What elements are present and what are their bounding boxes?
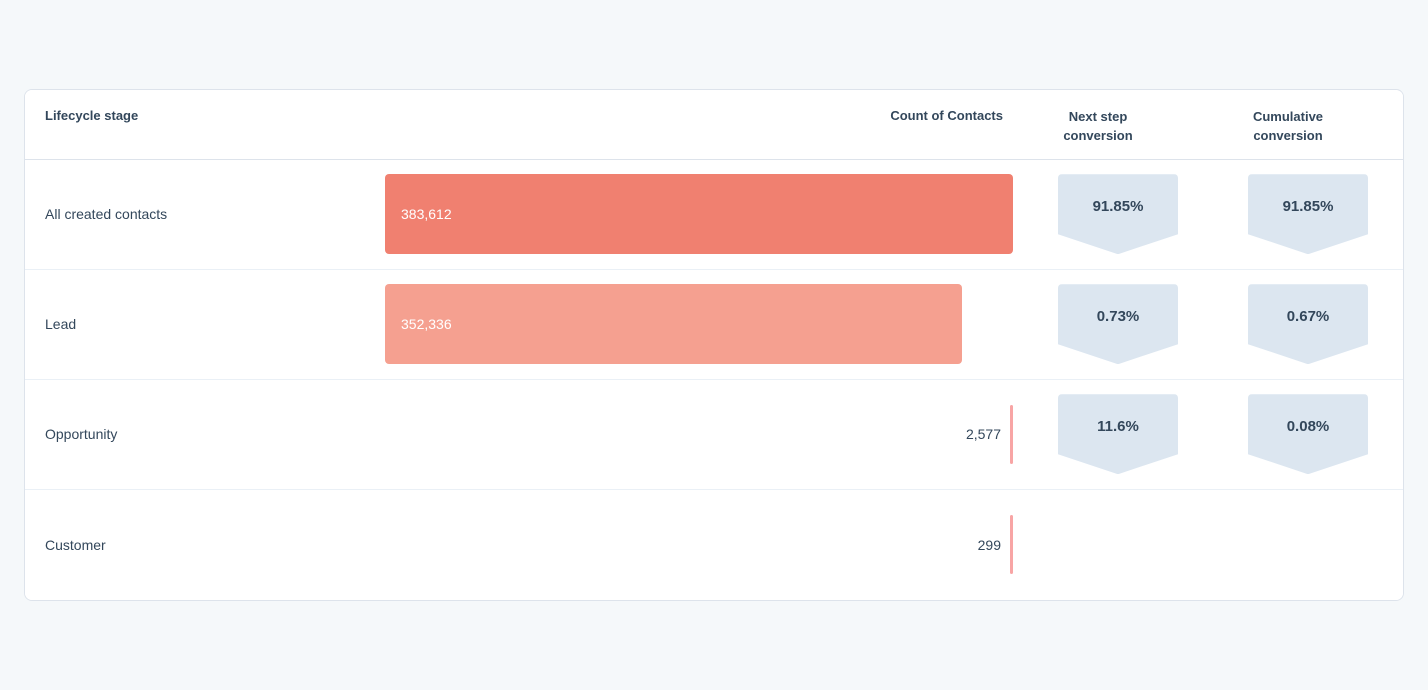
table-row: Opportunity 2,577 11.6% 0.08%	[25, 380, 1403, 490]
table-row: All created contacts 383,612 91.85% 91.8…	[25, 160, 1403, 270]
table-row: Lead 352,336 0.73% 0.67%	[25, 270, 1403, 380]
cumulative-empty-customer	[1213, 535, 1403, 555]
bar-count-opportunity: 2,577	[966, 426, 1001, 442]
next-step-empty-customer	[1023, 535, 1213, 555]
bar-cell-all-created: 383,612	[385, 163, 1023, 265]
header-count: Count of Contacts	[405, 108, 1003, 144]
row-label-customer: Customer	[25, 517, 385, 573]
bar-count-customer: 299	[978, 537, 1001, 553]
next-step-badge-lead: 0.73%	[1058, 284, 1178, 364]
small-bar-opportunity	[1010, 405, 1013, 464]
funnel-table: Lifecycle stage Count of Contacts Next s…	[24, 89, 1404, 600]
header-lifecycle-stage: Lifecycle stage	[45, 108, 405, 144]
table-header: Lifecycle stage Count of Contacts Next s…	[25, 90, 1403, 158]
cumulative-badge-lead: 0.67%	[1248, 284, 1368, 364]
small-bar-customer	[1010, 515, 1013, 574]
bar-cell-opportunity: 2,577	[385, 383, 1023, 485]
header-cumulative: Cumulative conversion	[1193, 108, 1383, 144]
next-step-cell-opportunity: 11.6%	[1023, 384, 1213, 484]
cumulative-cell-lead: 0.67%	[1213, 274, 1403, 374]
bar-count-all-created: 383,612	[401, 206, 452, 222]
cumulative-badge-all-created: 91.85%	[1248, 174, 1368, 254]
cumulative-cell-all-created: 91.85%	[1213, 164, 1403, 264]
next-step-badge-all-created: 91.85%	[1058, 174, 1178, 254]
row-label-opportunity: Opportunity	[25, 406, 385, 462]
row-label-all-created: All created contacts	[25, 186, 385, 242]
next-step-cell-lead: 0.73%	[1023, 274, 1213, 374]
bar-cell-lead: 352,336	[385, 273, 1023, 375]
next-step-badge-opportunity: 11.6%	[1058, 394, 1178, 474]
bar-count-lead: 352,336	[401, 316, 452, 332]
cumulative-cell-opportunity: 0.08%	[1213, 384, 1403, 484]
cumulative-badge-opportunity: 0.08%	[1248, 394, 1368, 474]
bar-cell-customer: 299	[385, 494, 1023, 596]
header-next-step: Next step conversion	[1003, 108, 1193, 144]
table-row: Customer 299	[25, 490, 1403, 600]
row-label-lead: Lead	[25, 296, 385, 352]
next-step-cell-all-created: 91.85%	[1023, 164, 1213, 264]
